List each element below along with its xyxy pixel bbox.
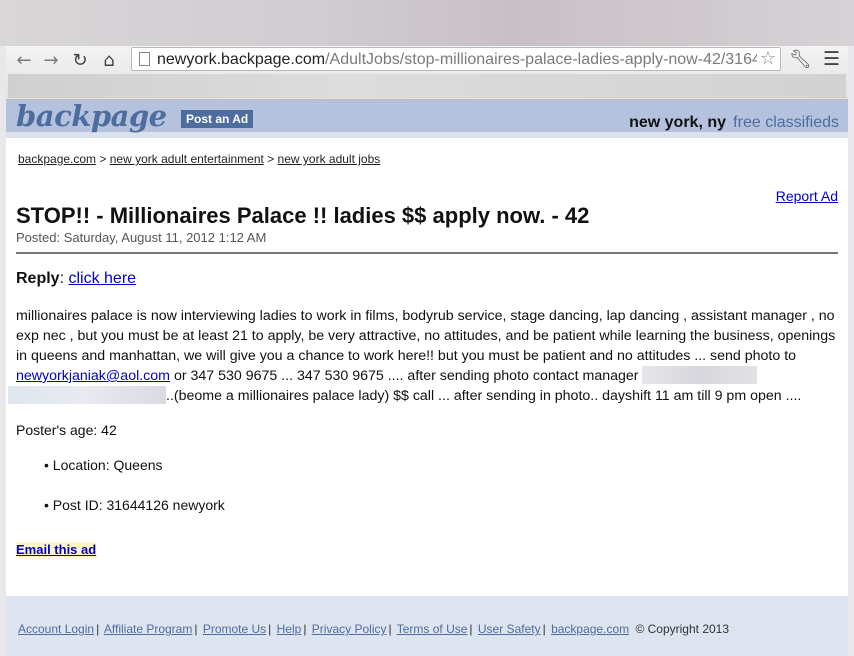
copyright: © Copyright 2013 (635, 622, 730, 636)
breadcrumb-separator: > (99, 152, 107, 166)
footer-affiliate-program[interactable]: Affiliate Program (104, 622, 192, 636)
desktop-background (0, 0, 854, 46)
star-icon[interactable]: ☆ (760, 48, 776, 69)
home-icon[interactable]: ⌂ (97, 50, 121, 72)
url-text[interactable]: newyork.backpage.com/AdultJobs/stop-mill… (157, 50, 757, 70)
ad-body-text: or 347 530 9675 ... 347 530 9675 .... af… (173, 368, 639, 384)
location-item: • Location: Queens (44, 457, 163, 473)
contact-email-link[interactable]: newyorkjaniak@aol.com (16, 368, 170, 384)
bookmarks-bar (8, 74, 846, 98)
ad-body-text: ..(beome a millionaires palace lady) $$ … (166, 388, 802, 404)
posted-date: Posted: Saturday, August 11, 2012 1:12 A… (16, 230, 267, 245)
browser-toolbar: ← → ↻ ⌂ newyork.backpage.com/AdultJobs/s… (6, 46, 848, 100)
reload-icon[interactable]: ↻ (68, 50, 92, 72)
footer-backpage[interactable]: backpage.com (551, 622, 629, 636)
redacted-text (642, 366, 758, 384)
post-id-item: • Post ID: 31644126 newyork (44, 497, 225, 513)
redacted-text (8, 386, 166, 404)
reply-link[interactable]: click here (68, 270, 136, 287)
forward-icon[interactable]: → (39, 50, 63, 72)
footer-privacy-policy[interactable]: Privacy Policy (312, 622, 387, 636)
footer-user-safety[interactable]: User Safety (478, 622, 541, 636)
page-icon (139, 52, 150, 66)
footer-promote-us[interactable]: Promote Us (203, 622, 266, 636)
site-footer: Account Login | Affiliate Program | Promot… (6, 596, 848, 656)
address-bar[interactable]: newyork.backpage.com/AdultJobs/stop-mill… (131, 47, 781, 71)
free-classifieds-link[interactable]: free classifieds (733, 114, 839, 132)
footer-terms-of-use[interactable]: Terms of Use (397, 622, 468, 636)
url-path: /AdultJobs/stop-millionaires-palace-ladi… (325, 51, 757, 68)
breadcrumb-adult-entertainment[interactable]: new york adult entertainment (110, 152, 264, 166)
site-header: backpage Post an Ad new york, ny free cl… (6, 100, 848, 138)
web-page: backpage Post an Ad new york, ny free cl… (6, 100, 848, 656)
report-ad-link[interactable]: Report Ad (776, 188, 838, 204)
ad-body-text: millionaires palace is now interviewing … (16, 308, 836, 364)
breadcrumb: backpage.com > new york adult entertainm… (18, 152, 380, 166)
ad-body: millionaires palace is now interviewing … (8, 306, 842, 406)
reply-label: Reply (16, 270, 60, 287)
back-icon[interactable]: ← (12, 50, 36, 72)
url-host: newyork.backpage.com (157, 51, 326, 68)
divider (16, 252, 838, 254)
post-ad-button[interactable]: Post an Ad (181, 110, 254, 128)
city-label: new york, ny (629, 114, 726, 131)
footer-help[interactable]: Help (277, 622, 302, 636)
email-ad-link[interactable]: Email this ad (16, 542, 97, 557)
breadcrumb-adult-jobs[interactable]: new york adult jobs (278, 152, 381, 166)
ad-title: STOP!! - Millionaires Palace !! ladies $… (16, 203, 590, 228)
breadcrumb-home[interactable]: backpage.com (18, 152, 96, 166)
wrench-icon[interactable]: 🔧︎ (789, 49, 812, 70)
reply-row: Reply: click here (16, 270, 137, 287)
breadcrumb-separator: > (267, 152, 275, 166)
poster-age: Poster's age: 42 (16, 422, 117, 438)
menu-icon[interactable]: ☰ (823, 48, 840, 70)
backpage-logo[interactable]: backpage (16, 100, 167, 133)
footer-account-login[interactable]: Account Login (18, 622, 94, 636)
footer-links: Account Login | Affiliate Program | Promot… (18, 622, 730, 636)
